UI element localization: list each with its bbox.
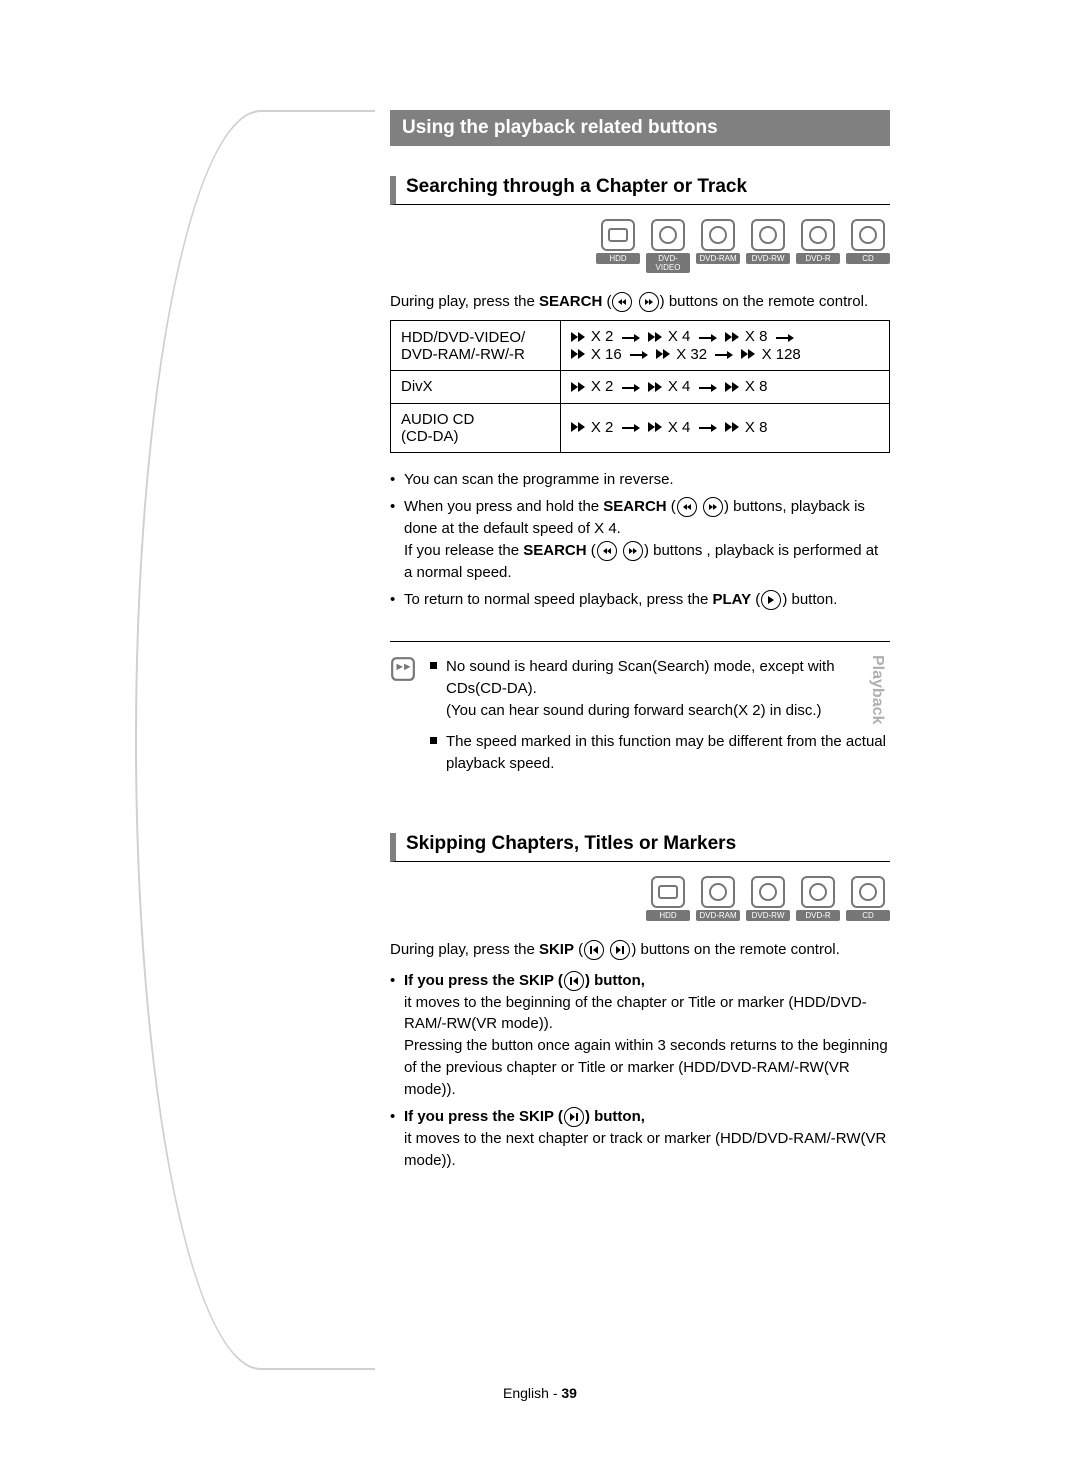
skip-forward-icon [610,940,630,960]
list-item: To return to normal speed playback, pres… [390,589,890,611]
skip-forward-icon [564,1107,584,1127]
note-icon [390,656,416,682]
list-item: The speed marked in this function may be… [430,731,890,775]
subheading-search: Searching through a Chapter or Track [390,176,890,205]
table-row: AUDIO CD (CD-DA) X 2 X 4 X 8 [391,403,890,452]
page-footer: English - 39 [0,1385,1080,1401]
badge-dvd-ram: DVD-RAM [696,876,740,921]
fastforward-icon [623,541,643,561]
list-item: When you press and hold the SEARCH ( ) b… [390,496,890,583]
badge-dvd-video: DVD-VIDEO [646,219,690,273]
play-icon [761,590,781,610]
rewind-icon [612,292,632,312]
badge-dvd-rw: DVD-RW [746,219,790,273]
badge-dvd-r: DVD-R [796,876,840,921]
skip-bullets: If you press the SKIP () button, it move… [390,970,890,1172]
badge-dvd-ram: DVD-RAM [696,219,740,273]
disc-badge-row-2: HDD DVD-RAM DVD-RW DVD-R CD [390,876,890,921]
badge-dvd-r: DVD-R [796,219,840,273]
skip-back-icon [564,971,584,991]
list-item: You can scan the programme in reverse. [390,469,890,491]
badge-dvd-rw: DVD-RW [746,876,790,921]
table-row: HDD/DVD-VIDEO/ DVD-RAM/-RW/-R X 2 X 4 X … [391,321,890,371]
disc-badge-row-1: HDD DVD-VIDEO DVD-RAM DVD-RW DVD-R CD [390,219,890,273]
speed-table: HDD/DVD-VIDEO/ DVD-RAM/-RW/-R X 2 X 4 X … [390,320,890,453]
section-title-bar: Using the playback related buttons [390,110,890,146]
list-item: No sound is heard during Scan(Search) mo… [430,656,890,721]
fastforward-icon [639,292,659,312]
list-item: If you press the SKIP () button, it move… [390,1106,890,1171]
search-bullets: You can scan the programme in reverse. W… [390,469,890,612]
fastforward-icon [703,497,723,517]
skip-intro: During play, press the SKIP ( ) buttons … [390,939,890,960]
rewind-icon [597,541,617,561]
page-curve-decoration [135,110,375,1370]
rewind-icon [677,497,697,517]
badge-hdd: HDD [596,219,640,273]
badge-hdd: HDD [646,876,690,921]
search-intro: During play, press the SEARCH ( ) button… [390,291,890,312]
skip-back-icon [584,940,604,960]
badge-cd: CD [846,219,890,273]
table-row: DivX X 2 X 4 X 8 [391,371,890,404]
badge-cd: CD [846,876,890,921]
list-item: If you press the SKIP () button, it move… [390,970,890,1101]
subheading-skip: Skipping Chapters, Titles or Markers [390,833,890,862]
note-block: No sound is heard during Scan(Search) mo… [390,641,890,785]
